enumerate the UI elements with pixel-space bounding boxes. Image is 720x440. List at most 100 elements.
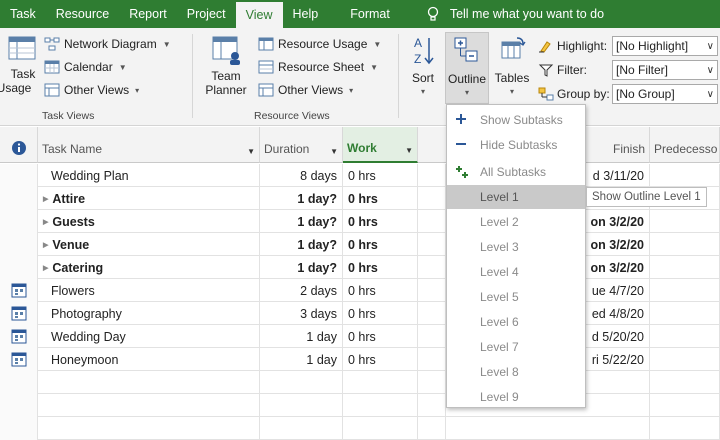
resource-sheet-button[interactable]: Resource Sheet ▼ xyxy=(258,60,378,74)
tab-report[interactable]: Report xyxy=(119,0,177,28)
outline-button[interactable]: Outline ▾ xyxy=(445,32,489,104)
group-by-select[interactable]: [No Group] ∨ xyxy=(612,84,718,104)
chevron-down-icon[interactable]: ▼ xyxy=(405,146,413,155)
table-row[interactable]: ▶ Guests 1 day? 0 hrs on 3/2/20 xyxy=(0,210,720,233)
work-cell[interactable]: 0 hrs xyxy=(343,325,418,348)
predecessors-cell[interactable] xyxy=(650,371,720,394)
indicators-column-header[interactable] xyxy=(0,127,38,163)
indicator-cell[interactable] xyxy=(0,302,38,325)
task-name-cell[interactable]: ▶ Venue xyxy=(38,233,260,256)
task-name-column-header[interactable]: Task Name ▼ xyxy=(38,127,260,163)
duration-cell[interactable] xyxy=(260,394,343,417)
outline-level-item-7[interactable]: Level 7 xyxy=(447,335,585,359)
finish-cell[interactable]: d 3/11/20 xyxy=(586,164,650,187)
indicator-cell[interactable] xyxy=(0,417,38,440)
resource-usage-button[interactable]: Resource Usage ▼ xyxy=(258,37,381,51)
duration-cell[interactable]: 1 day? xyxy=(260,233,343,256)
indicator-cell[interactable] xyxy=(0,279,38,302)
indicator-cell[interactable] xyxy=(0,394,38,417)
table-row[interactable]: Honeymoon 1 day 0 hrs ri 5/22/20 xyxy=(0,348,720,371)
finish-cell[interactable] xyxy=(586,417,650,440)
duration-cell[interactable] xyxy=(260,417,343,440)
tab-view[interactable]: View xyxy=(235,2,283,28)
task-name-cell[interactable] xyxy=(38,417,260,440)
outline-level-item-6[interactable]: Level 6 xyxy=(447,310,585,334)
indicator-cell[interactable] xyxy=(0,325,38,348)
indicator-cell[interactable] xyxy=(0,233,38,256)
empty-cell[interactable] xyxy=(418,210,446,233)
task-name-cell[interactable]: ▶ Guests xyxy=(38,210,260,233)
outline-level-item-3[interactable]: Level 3 xyxy=(447,235,585,259)
chevron-down-icon[interactable]: ▼ xyxy=(330,147,338,156)
empty-table-row[interactable] xyxy=(0,394,720,417)
calendar-button[interactable]: Calendar ▼ xyxy=(44,60,127,74)
work-cell[interactable]: 0 hrs xyxy=(343,256,418,279)
finish-cell[interactable]: d 5/20/20 xyxy=(586,325,650,348)
tables-button[interactable]: Tables ▾ xyxy=(492,34,532,99)
empty-cell[interactable] xyxy=(418,256,446,279)
chevron-down-icon[interactable]: ▼ xyxy=(247,147,255,156)
finish-cell[interactable]: ue 4/7/20 xyxy=(586,279,650,302)
outline-level-item-8[interactable]: Level 8 xyxy=(447,360,585,384)
finish-cell[interactable]: on 3/2/20 xyxy=(586,256,650,279)
network-diagram-button[interactable]: Network Diagram ▼ xyxy=(44,37,171,51)
predecessors-cell[interactable] xyxy=(650,233,720,256)
empty-cell[interactable] xyxy=(418,371,446,394)
finish-column-header[interactable]: Finish xyxy=(586,127,650,163)
predecessors-cell[interactable] xyxy=(650,210,720,233)
duration-cell[interactable]: 1 day? xyxy=(260,256,343,279)
work-cell[interactable]: 0 hrs xyxy=(343,164,418,187)
finish-cell[interactable]: on 3/2/20 xyxy=(586,233,650,256)
table-row[interactable]: Wedding Plan 8 days 0 hrs d 3/11/20 xyxy=(0,164,720,187)
task-name-cell[interactable]: Flowers xyxy=(38,279,260,302)
finish-cell[interactable] xyxy=(586,394,650,417)
work-cell[interactable]: 0 hrs xyxy=(343,187,418,210)
finish-cell[interactable]: ri 5/22/20 xyxy=(586,348,650,371)
predecessors-cell[interactable] xyxy=(650,348,720,371)
task-name-cell[interactable]: Photography xyxy=(38,302,260,325)
other-views-task-button[interactable]: Other Views ▾ xyxy=(44,83,139,97)
work-cell[interactable] xyxy=(343,394,418,417)
empty-cell[interactable] xyxy=(418,417,446,440)
task-name-cell[interactable]: Wedding Plan xyxy=(38,164,260,187)
all-subtasks-item[interactable]: All Subtasks xyxy=(447,160,585,184)
table-row[interactable]: Wedding Day 1 day 0 hrs d 5/20/20 xyxy=(0,325,720,348)
tab-resource[interactable]: Resource xyxy=(46,0,120,28)
empty-cell[interactable] xyxy=(418,279,446,302)
empty-cell[interactable] xyxy=(418,233,446,256)
outline-level-item-9[interactable]: Level 9 xyxy=(447,385,585,409)
table-row[interactable]: ▶ Venue 1 day? 0 hrs on 3/2/20 xyxy=(0,233,720,256)
duration-cell[interactable]: 8 days xyxy=(260,164,343,187)
indicator-cell[interactable] xyxy=(0,348,38,371)
filter-select[interactable]: [No Filter] ∨ xyxy=(612,60,718,80)
task-usage-button[interactable]: Task Usage xyxy=(0,34,38,95)
highlight-select[interactable]: [No Highlight] ∨ xyxy=(612,36,718,56)
tab-task[interactable]: Task xyxy=(0,0,46,28)
tell-me-box[interactable]: Tell me what you want to do xyxy=(426,0,604,28)
task-name-cell[interactable] xyxy=(38,394,260,417)
task-name-cell[interactable]: Wedding Day xyxy=(38,325,260,348)
work-cell[interactable] xyxy=(343,417,418,440)
work-cell[interactable] xyxy=(343,371,418,394)
empty-cell[interactable] xyxy=(418,348,446,371)
predecessors-cell[interactable] xyxy=(650,279,720,302)
empty-cell[interactable] xyxy=(418,164,446,187)
task-name-cell[interactable] xyxy=(38,371,260,394)
expand-triangle-icon[interactable]: ▶ xyxy=(43,241,48,249)
duration-cell[interactable]: 1 day xyxy=(260,348,343,371)
predecessors-cell[interactable] xyxy=(650,394,720,417)
predecessors-cell[interactable] xyxy=(650,302,720,325)
indicator-cell[interactable] xyxy=(0,187,38,210)
work-column-header[interactable]: Work ▼ xyxy=(343,127,418,163)
outline-level-item-5[interactable]: Level 5 xyxy=(447,285,585,309)
empty-cell[interactable] xyxy=(418,325,446,348)
sort-button[interactable]: A Z Sort ▾ xyxy=(404,34,442,99)
task-name-cell[interactable]: ▶ Catering xyxy=(38,256,260,279)
indicator-cell[interactable] xyxy=(0,210,38,233)
task-name-cell[interactable]: ▶ Attire xyxy=(38,187,260,210)
team-planner-button[interactable]: Team Planner xyxy=(198,34,254,97)
duration-cell[interactable]: 3 days xyxy=(260,302,343,325)
duration-column-header[interactable]: Duration ▼ xyxy=(260,127,343,163)
finish-cell[interactable] xyxy=(586,371,650,394)
predecessors-cell[interactable] xyxy=(650,325,720,348)
